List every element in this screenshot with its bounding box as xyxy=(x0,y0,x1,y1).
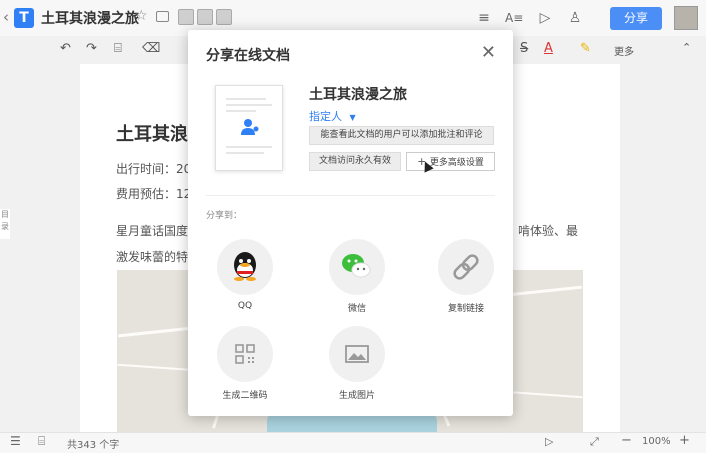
share-target-label: QQ xyxy=(237,301,253,311)
share-wechat-button[interactable] xyxy=(329,239,385,295)
format-painter-icon[interactable]: ⌸ xyxy=(114,41,122,56)
generate-image-button[interactable] xyxy=(329,326,385,382)
shared-document-name: 土耳其浪漫之旅 xyxy=(309,87,407,103)
validity-option[interactable]: 文档访问永久有效 xyxy=(309,152,401,171)
permission-option[interactable]: 能查看此文档的用户可以添加批注和评论 xyxy=(309,126,494,145)
document-paragraph: 啃体验、最 xyxy=(518,224,579,238)
strikethrough-icon[interactable]: S̶ xyxy=(520,41,528,56)
clear-format-icon[interactable]: ⌫ xyxy=(142,41,160,56)
advanced-settings-label: 更多高级设置 xyxy=(429,158,484,168)
qrcode-icon xyxy=(235,344,255,364)
advanced-settings-button[interactable]: + 更多高级设置 xyxy=(406,152,495,171)
play-icon[interactable]: ▷ xyxy=(545,435,553,448)
share-target-label: 生成二维码 xyxy=(222,391,268,401)
share-to-label: 分享到： xyxy=(206,211,243,221)
copy-link-button[interactable] xyxy=(438,239,494,295)
close-icon[interactable]: ✕ xyxy=(481,44,496,62)
link-icon xyxy=(453,254,479,280)
share-target-label: 复制链接 xyxy=(447,304,484,314)
user-icon xyxy=(241,119,259,135)
outline-tab[interactable]: 目录 xyxy=(0,209,10,239)
generate-qrcode-button[interactable] xyxy=(217,326,273,382)
zoom-level[interactable]: 100% xyxy=(642,436,671,447)
collaborators-icon[interactable]: ♙ xyxy=(566,9,584,27)
qq-icon xyxy=(234,252,256,281)
menu-icon[interactable]: ≡ xyxy=(475,9,493,27)
dialog-title: 分享在线文档 xyxy=(206,48,290,64)
doc-logo-icon: T xyxy=(14,8,34,28)
document-line: 费用预估：120 xyxy=(116,187,199,201)
image-icon xyxy=(345,345,369,363)
wechat-icon xyxy=(342,254,371,278)
document-line: 出行时间：202 xyxy=(116,162,199,176)
play-icon[interactable]: ▷ xyxy=(536,9,554,27)
status-bar: ☰ ⌸ 共343 个字 ▷ ⤢ − 100% + xyxy=(0,432,706,453)
collaborator-avatar[interactable] xyxy=(197,9,213,25)
layout-icon[interactable]: ⌸ xyxy=(38,434,45,449)
collapse-icon[interactable]: ⌃ xyxy=(682,41,691,54)
chevron-left-icon[interactable]: ‹ xyxy=(3,8,9,26)
word-count: 共343 个字 xyxy=(67,440,120,451)
star-icon[interactable]: ☆ xyxy=(135,8,148,24)
caret-down-icon: ▼ xyxy=(349,113,356,122)
text-style-icon[interactable]: A≡ xyxy=(505,9,523,27)
zoom-out-button[interactable]: − xyxy=(621,433,632,448)
share-dialog: 分享在线文档 ✕ 土耳其浪漫之旅 指定人 ▼ 能查看此文档的用户可以添加批注和评… xyxy=(188,30,513,416)
share-target-label: 生成图片 xyxy=(338,391,375,401)
outline-icon[interactable]: ☰ xyxy=(10,434,21,448)
undo-icon[interactable]: ↶ xyxy=(60,41,71,56)
collaborator-avatar[interactable] xyxy=(216,9,232,25)
font-color-icon[interactable]: A xyxy=(544,41,553,56)
document-title[interactable]: 土耳其浪漫之旅 xyxy=(41,8,139,28)
user-avatar[interactable] xyxy=(674,6,698,30)
zoom-in-button[interactable]: + xyxy=(679,433,690,448)
permission-dropdown[interactable]: 指定人 ▼ xyxy=(309,108,356,124)
share-button[interactable]: 分享 xyxy=(610,7,662,30)
divider xyxy=(206,195,495,196)
more-menu[interactable]: 更多 xyxy=(614,43,634,58)
folder-icon[interactable] xyxy=(156,11,169,22)
highlight-icon[interactable]: ✎ xyxy=(580,41,591,56)
share-qq-button[interactable] xyxy=(217,239,273,295)
fullscreen-icon[interactable]: ⤢ xyxy=(590,435,599,449)
redo-icon[interactable]: ↷ xyxy=(86,41,97,56)
document-heading: 土耳其浪 xyxy=(116,124,188,145)
document-thumbnail xyxy=(215,85,283,171)
permission-label: 指定人 xyxy=(309,110,342,123)
collaborator-avatar[interactable] xyxy=(178,9,194,25)
share-target-label: 微信 xyxy=(347,304,366,314)
